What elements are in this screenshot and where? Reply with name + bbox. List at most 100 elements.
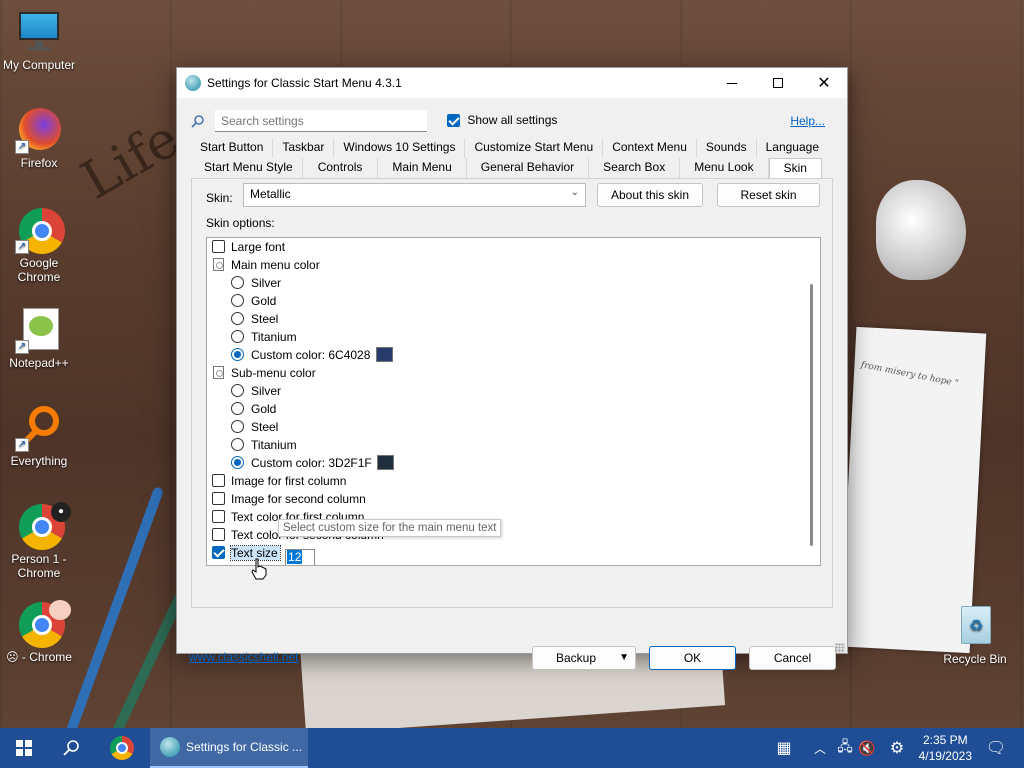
resize-grip[interactable] xyxy=(835,643,845,653)
taskbar-settings-app[interactable]: Settings for Classic ... xyxy=(150,728,308,768)
tab-sounds[interactable]: Sounds xyxy=(697,138,757,158)
network-button[interactable]: 🖧 xyxy=(834,728,856,768)
tab-main-menu[interactable]: Main Menu xyxy=(378,158,467,178)
skin-dropdown[interactable]: Metallic ⌄ xyxy=(243,183,586,207)
clock-time: 2:35 PM xyxy=(922,733,968,747)
desktop-icon-everything[interactable]: ↗ Everything xyxy=(1,404,77,468)
tab-context-menu[interactable]: Context Menu xyxy=(603,138,697,158)
tab-start-menu-style[interactable]: Start Menu Style xyxy=(195,158,303,178)
skin-dropdown-value: Metallic xyxy=(250,187,291,201)
tab-customize-start-menu[interactable]: Customize Start Menu xyxy=(465,138,604,158)
wallpaper-crumpled-paper xyxy=(876,180,966,280)
radio-off-icon xyxy=(231,402,244,415)
tab-start-button[interactable]: Start Button xyxy=(191,138,274,158)
wallpaper-pen-blue xyxy=(65,486,165,728)
radio-on-icon xyxy=(231,456,244,469)
tab-menu-look[interactable]: Menu Look xyxy=(680,158,769,178)
option-label: Gold xyxy=(251,402,277,416)
option-label: Sub-menu color xyxy=(231,366,316,380)
ok-button[interactable]: OK xyxy=(649,646,736,670)
options-scrollbar[interactable] xyxy=(810,284,813,546)
title-bar[interactable]: Settings for Classic Start Menu 4.3.1 ✕ xyxy=(177,68,847,98)
option-label: Silver xyxy=(251,384,282,398)
firefox-icon: ↗ xyxy=(15,106,63,154)
backup-button[interactable]: Backup ▼ xyxy=(532,646,636,670)
tab-language[interactable]: Language xyxy=(757,138,828,158)
classicshell-website-link[interactable]: www.classicshell.net xyxy=(189,650,298,664)
show-hidden-icons-button[interactable]: ︿ xyxy=(808,728,832,768)
option-label: Steel xyxy=(251,420,279,434)
tooltip: Select custom size for the main menu tex… xyxy=(278,519,502,537)
option-large-font[interactable]: Large font xyxy=(212,238,285,256)
notifications-button[interactable]: 🗨 xyxy=(982,728,1010,768)
option-sub-menu-color: Sub-menu color xyxy=(213,364,316,382)
skin-tab-panel: Skin: Metallic ⌄ About this skin Reset s… xyxy=(191,178,833,608)
option-label: Steel xyxy=(251,312,279,326)
desktop-icon-recycle-bin[interactable]: ♻ Recycle Bin xyxy=(937,602,1013,666)
radio-main-gold[interactable]: Gold xyxy=(231,292,276,310)
desktop-icon-label: Notepad++ xyxy=(9,356,69,370)
volume-button[interactable]: 🔇 xyxy=(856,728,878,768)
radio-sub-titanium[interactable]: Titanium xyxy=(231,436,297,454)
about-skin-button[interactable]: About this skin xyxy=(597,183,703,207)
desktop-icon-chrome-profile2[interactable]: ☹ - Chrome xyxy=(1,600,77,664)
radio-main-custom-color[interactable]: Custom color: 6C4028 xyxy=(231,346,393,364)
taskbar-news-button[interactable]: ▦ xyxy=(770,728,798,768)
classic-shell-shell-icon xyxy=(160,737,180,757)
checkbox-unchecked-icon xyxy=(212,510,225,523)
start-button[interactable] xyxy=(0,728,48,768)
minimize-button[interactable] xyxy=(709,68,755,98)
tab-taskbar[interactable]: Taskbar xyxy=(273,138,335,158)
shortcut-arrow-icon: ↗ xyxy=(15,438,29,452)
search-icon xyxy=(63,740,79,756)
taskbar-chrome[interactable] xyxy=(98,728,146,768)
tab-controls[interactable]: Controls xyxy=(303,158,379,178)
radio-sub-custom-color[interactable]: Custom color: 3D2F1F xyxy=(231,454,395,472)
radio-main-titanium[interactable]: Titanium xyxy=(231,328,297,346)
skin-options-list: Large font Main menu color Silver Gold S… xyxy=(206,237,821,566)
option-image-second-column[interactable]: Image for second column xyxy=(212,490,366,508)
monitor-icon xyxy=(15,8,63,56)
minimize-icon xyxy=(727,82,737,84)
tab-search-box[interactable]: Search Box xyxy=(589,158,681,178)
radio-sub-steel[interactable]: Steel xyxy=(231,418,278,436)
shortcut-arrow-icon: ↗ xyxy=(15,240,29,254)
radio-main-steel[interactable]: Steel xyxy=(231,310,278,328)
desktop-icon-notepadpp[interactable]: ↗ Notepad++ xyxy=(1,306,77,370)
close-button[interactable]: ✕ xyxy=(801,68,847,98)
desktop-icon-my-computer[interactable]: My Computer xyxy=(1,8,77,72)
radio-sub-silver[interactable]: Silver xyxy=(231,382,281,400)
taskbar-clock[interactable]: 2:35 PM 4/19/2023 xyxy=(919,732,972,764)
desktop-icon-firefox[interactable]: ↗ Firefox xyxy=(1,106,77,170)
text-size-input[interactable]: 12 xyxy=(285,549,316,565)
search-input[interactable] xyxy=(215,110,427,132)
taskbar-search-button[interactable] xyxy=(48,728,96,768)
color-swatch-main[interactable] xyxy=(375,347,393,362)
option-image-first-column[interactable]: Image for first column xyxy=(212,472,346,490)
desktop-icon-google-chrome[interactable]: ↗ Google Chrome xyxy=(1,206,77,284)
desktop-icon-person1-chrome[interactable]: ● Person 1 - Chrome xyxy=(1,502,77,580)
radio-sub-gold[interactable]: Gold xyxy=(231,400,276,418)
radio-off-icon xyxy=(231,384,244,397)
cancel-button[interactable]: Cancel xyxy=(749,646,836,670)
text-size-value: 12 xyxy=(287,550,303,564)
show-all-settings-checkbox[interactable]: Show all settings xyxy=(447,113,557,128)
color-swatch-sub[interactable] xyxy=(377,455,395,470)
desktop-icon-label: Firefox xyxy=(20,156,58,170)
help-link[interactable]: Help... xyxy=(790,114,825,128)
settings-tray-button[interactable]: ⚙ xyxy=(884,728,910,768)
radio-main-silver[interactable]: Silver xyxy=(231,274,281,292)
maximize-button[interactable] xyxy=(755,68,801,98)
radio-off-icon xyxy=(231,420,244,433)
chrome-icon: ↗ xyxy=(15,206,65,254)
tab-windows-10-settings[interactable]: Windows 10 Settings xyxy=(334,138,466,158)
option-label: Titanium xyxy=(251,438,297,452)
tab-general-behavior[interactable]: General Behavior xyxy=(467,158,590,178)
chevron-down-icon: ⌄ xyxy=(570,187,579,198)
recycle-bin-icon: ♻ xyxy=(951,602,999,650)
skin-label: Skin: xyxy=(206,191,233,205)
reset-skin-button[interactable]: Reset skin xyxy=(717,183,820,207)
option-label: Silver xyxy=(251,276,282,290)
radio-off-icon xyxy=(231,312,244,325)
tab-skin[interactable]: Skin xyxy=(768,158,822,178)
